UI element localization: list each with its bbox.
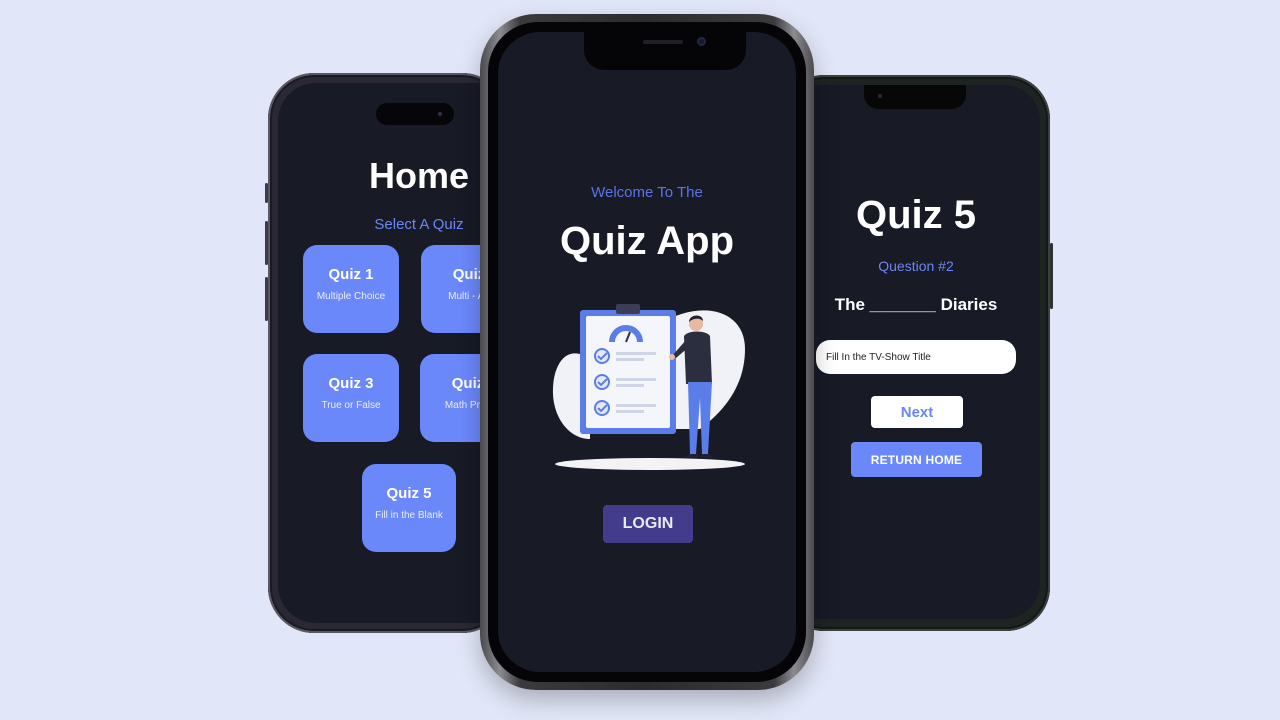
checklist-line: [616, 352, 656, 355]
quiz-screen: Quiz 5 Question #2 The _______ Diaries N…: [780, 85, 1040, 619]
return-home-button[interactable]: RETURN HOME: [851, 442, 982, 477]
dynamic-island: [376, 103, 454, 125]
camera-icon: [438, 112, 442, 116]
person-torso: [684, 331, 712, 384]
person-shoes: [684, 454, 712, 458]
notch: [584, 32, 746, 70]
mute-switch: [265, 183, 268, 203]
checklist-line: [616, 378, 656, 381]
answer-input[interactable]: [816, 340, 1016, 374]
checklist-line: [616, 410, 644, 413]
volume-up-button: [265, 221, 268, 265]
quiz-5-tile[interactable]: Quiz 5 Fill in the Blank: [362, 464, 456, 552]
home-title: Home: [368, 155, 470, 196]
power-button: [1050, 243, 1053, 309]
person-hand: [669, 354, 675, 360]
quiz-tile-title: Quiz 1: [328, 266, 374, 283]
camera-icon: [697, 37, 706, 46]
checklist-line: [616, 384, 644, 387]
checklist-line: [616, 404, 656, 407]
login-button[interactable]: LOGIN: [603, 505, 693, 543]
quiz-title: Quiz 5: [855, 193, 977, 237]
quiz-1-tile[interactable]: Quiz 1 Multiple Choice: [303, 245, 399, 333]
home-phone: Home Select A Quiz Quiz 1 Multiple Choic…: [265, 73, 508, 633]
question-number: Question #2: [878, 258, 954, 274]
volume-down-button: [265, 277, 268, 321]
quiz-3-tile[interactable]: Quiz 3 True or False: [303, 354, 399, 442]
checklist-item: [594, 374, 610, 390]
quiz-phone: Quiz 5 Question #2 The _______ Diaries N…: [780, 75, 1053, 631]
quiz-tile-subtitle: Fill in the Blank: [375, 510, 443, 521]
notch: [864, 85, 966, 109]
quiz-tile-title: Quiz 3: [328, 375, 374, 392]
login-phone: Welcome To The Quiz App LOGIN: [480, 14, 814, 690]
checklist-item: [594, 348, 610, 364]
floor-shadow: [555, 458, 745, 470]
quiz-tile-subtitle: Multiple Choice: [316, 291, 386, 302]
speaker-grille: [643, 40, 683, 44]
clipboard-checklist-illustration: [552, 304, 745, 470]
checklist-item: [594, 400, 610, 416]
login-screen: Welcome To The Quiz App LOGIN: [498, 32, 796, 672]
question-prompt: The _______ Diaries: [834, 295, 998, 314]
next-button[interactable]: Next: [871, 396, 963, 428]
welcome-text: Welcome To The: [591, 184, 703, 201]
quiz-tile-subtitle: True or False: [321, 400, 381, 411]
home-screen: Home Select A Quiz Quiz 1 Multiple Choic…: [278, 83, 508, 623]
quiz-tile-title: Quiz 5: [386, 485, 432, 502]
clipboard-clip: [616, 304, 640, 314]
checklist-line: [616, 358, 644, 361]
home-subtitle: Select A Quiz: [374, 216, 464, 233]
app-title: Quiz App: [559, 219, 735, 263]
camera-icon: [878, 94, 882, 98]
